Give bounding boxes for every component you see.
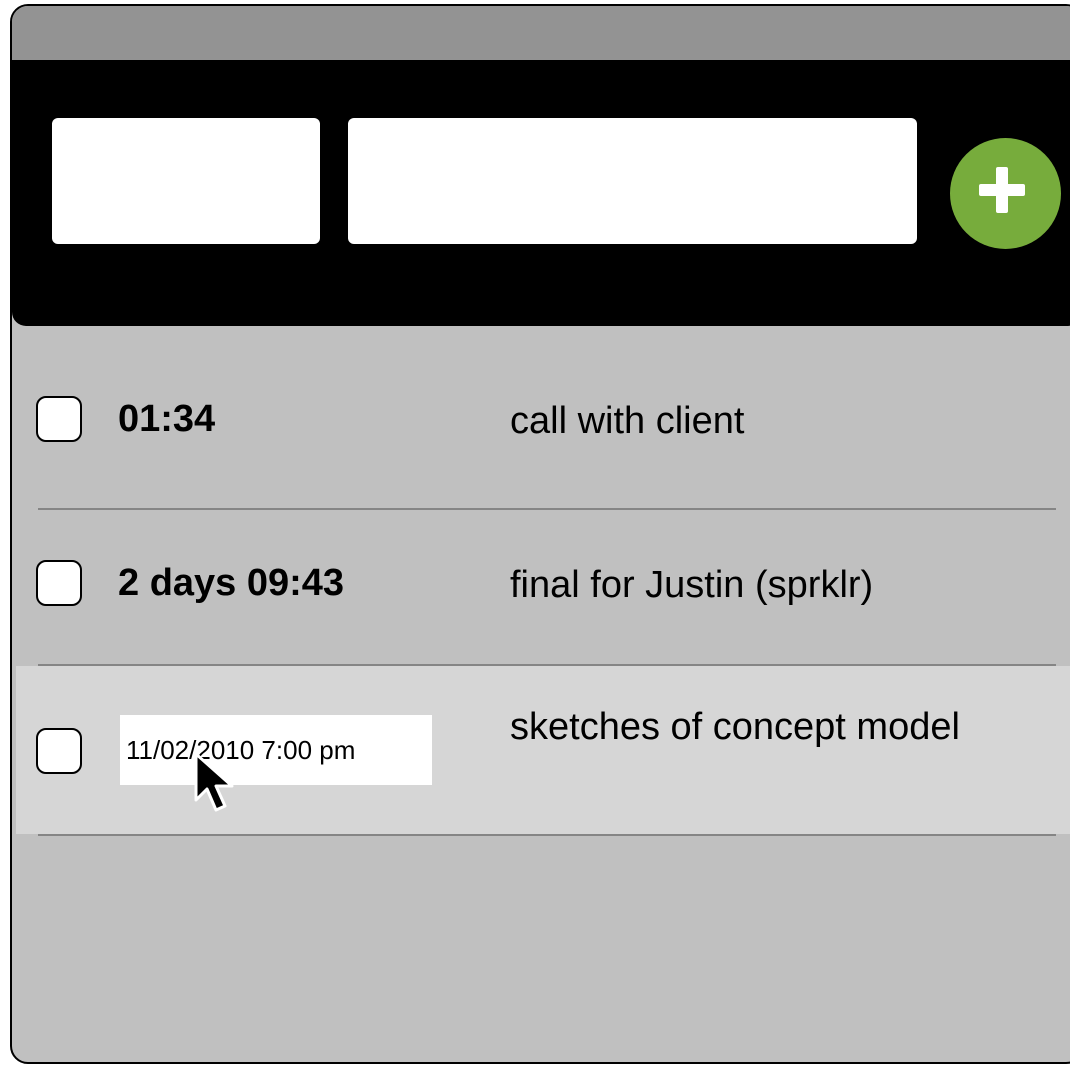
task-row[interactable]: 2 days 09:43 final for Justin (sprklr) — [12, 510, 1070, 664]
task-input[interactable] — [348, 118, 917, 244]
task-row[interactable]: 01:34 call with client — [12, 326, 1070, 508]
task-checkbox[interactable] — [36, 560, 82, 606]
task-row-editing[interactable]: sketches of concept model — [16, 666, 1070, 834]
row-divider — [38, 834, 1056, 836]
task-label: sketches of concept model — [510, 706, 960, 748]
new-task-toolbar — [12, 60, 1070, 326]
app-window: 01:34 call with client 2 days 09:43 fina… — [10, 4, 1070, 1064]
when-input[interactable] — [52, 118, 320, 244]
task-checkbox[interactable] — [36, 728, 82, 774]
add-task-button[interactable] — [950, 138, 1061, 249]
task-time: 2 days 09:43 — [118, 562, 345, 604]
task-label: final for Justin (sprklr) — [510, 564, 874, 606]
task-label: call with client — [510, 400, 745, 442]
title-bar — [12, 6, 1070, 60]
task-checkbox[interactable] — [36, 396, 82, 442]
plus-icon — [996, 167, 1008, 213]
mouse-pointer-icon — [194, 752, 234, 812]
task-time: 01:34 — [118, 398, 216, 440]
due-date-input[interactable] — [120, 715, 432, 785]
